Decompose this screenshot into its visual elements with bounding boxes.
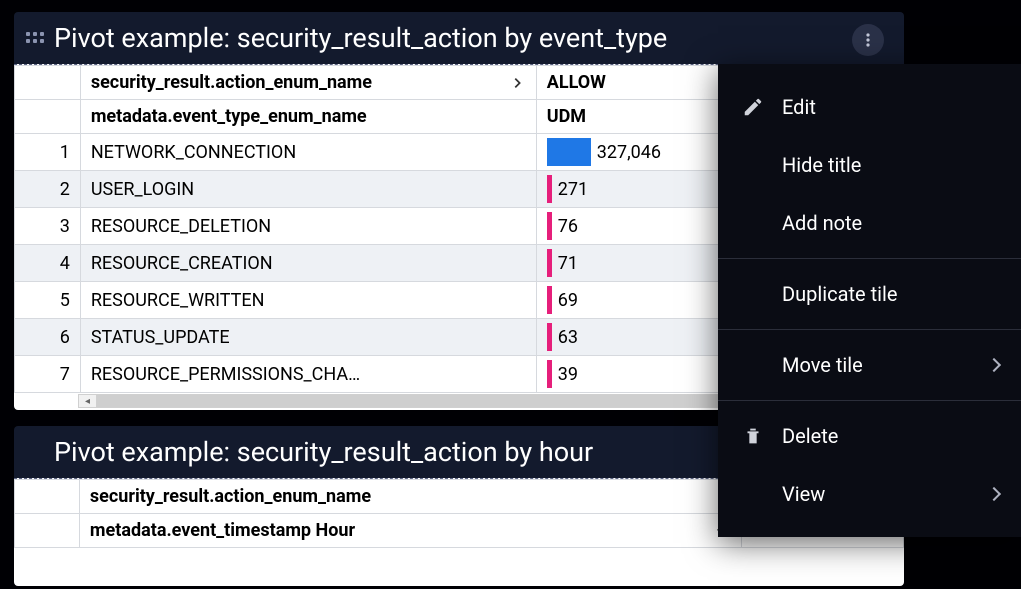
bar-icon (547, 286, 552, 314)
menu-item-edit[interactable]: Edit (718, 78, 1021, 136)
menu-label: Duplicate tile (782, 282, 999, 306)
menu-separator (718, 400, 1021, 401)
tile-header: Pivot example: security_result_action by… (14, 12, 904, 64)
chevron-right-icon (987, 358, 1001, 372)
header-blank (15, 514, 80, 548)
header-blank (15, 66, 81, 100)
row-index: 4 (15, 245, 81, 282)
scroll-left-arrow-icon[interactable]: ◂ (79, 395, 97, 407)
menu-item-view[interactable]: View (718, 465, 1021, 523)
chevron-right-icon (987, 487, 1001, 501)
value-text: 71 (558, 253, 578, 274)
menu-label: Delete (782, 424, 999, 448)
header-dim-label: security_result.action_enum_name (90, 486, 371, 507)
tile-actions-button[interactable] (852, 24, 884, 56)
pencil-icon (742, 96, 782, 118)
menu-label: Move tile (782, 353, 989, 377)
value-text: 39 (558, 364, 578, 385)
drag-handle-icon[interactable] (24, 26, 46, 48)
row-index: 5 (15, 282, 81, 319)
menu-label: Edit (782, 95, 999, 119)
menu-separator (718, 329, 1021, 330)
bar-icon (547, 360, 552, 388)
menu-separator (718, 258, 1021, 259)
header-dim2-label: metadata.event_timestamp Hour (90, 520, 355, 541)
menu-item-move[interactable]: Move tile (718, 336, 1021, 394)
menu-item-add-note[interactable]: Add note (718, 194, 1021, 252)
bar-icon (547, 138, 591, 166)
row-name: RESOURCE_CREATION (80, 245, 536, 282)
header-dimension-2[interactable]: metadata.event_timestamp Hour (79, 514, 741, 548)
kebab-icon (860, 32, 876, 48)
header-dimension[interactable]: security_result.action_enum_name (79, 480, 741, 514)
trash-icon (742, 425, 782, 447)
menu-label: Add note (782, 211, 999, 235)
row-name: RESOURCE_WRITTEN (80, 282, 536, 319)
row-name: USER_LOGIN (80, 171, 536, 208)
row-name: RESOURCE_DELETION (80, 208, 536, 245)
chevron-right-icon (508, 74, 526, 92)
menu-item-hide-title[interactable]: Hide title (718, 136, 1021, 194)
value-text: 76 (558, 216, 578, 237)
header-dimension[interactable]: security_result.action_enum_name (80, 66, 536, 100)
tile-title: Pivot example: security_result_action by… (54, 436, 593, 468)
header-dimension-2[interactable]: metadata.event_type_enum_name (80, 100, 536, 134)
menu-item-duplicate[interactable]: Duplicate tile (718, 265, 1021, 323)
row-name: RESOURCE_PERMISSIONS_CHA… (80, 356, 536, 393)
menu-label: Hide title (782, 153, 999, 177)
header-blank (15, 100, 81, 134)
menu-item-delete[interactable]: Delete (718, 407, 1021, 465)
bar-icon (547, 212, 552, 240)
row-index: 3 (15, 208, 81, 245)
value-text: 63 (558, 327, 578, 348)
bar-icon (547, 175, 552, 203)
menu-label: View (782, 482, 989, 506)
row-index: 7 (15, 356, 81, 393)
row-name: STATUS_UPDATE (80, 319, 536, 356)
header-blank (15, 480, 80, 514)
header-measure-label: UDM (547, 106, 586, 127)
row-name: NETWORK_CONNECTION (80, 134, 536, 171)
value-text: 271 (558, 179, 588, 200)
value-text: 69 (558, 290, 578, 311)
tile-title: Pivot example: security_result_action by… (54, 22, 667, 54)
header-dim-label: security_result.action_enum_name (91, 72, 372, 93)
bar-icon (547, 323, 552, 351)
tile-context-menu: Edit Hide title Add note Duplicate tile … (718, 64, 1021, 537)
value-text: 327,046 (597, 142, 661, 163)
bar-icon (547, 249, 552, 277)
row-index: 2 (15, 171, 81, 208)
row-index: 6 (15, 319, 81, 356)
row-index: 1 (15, 134, 81, 171)
